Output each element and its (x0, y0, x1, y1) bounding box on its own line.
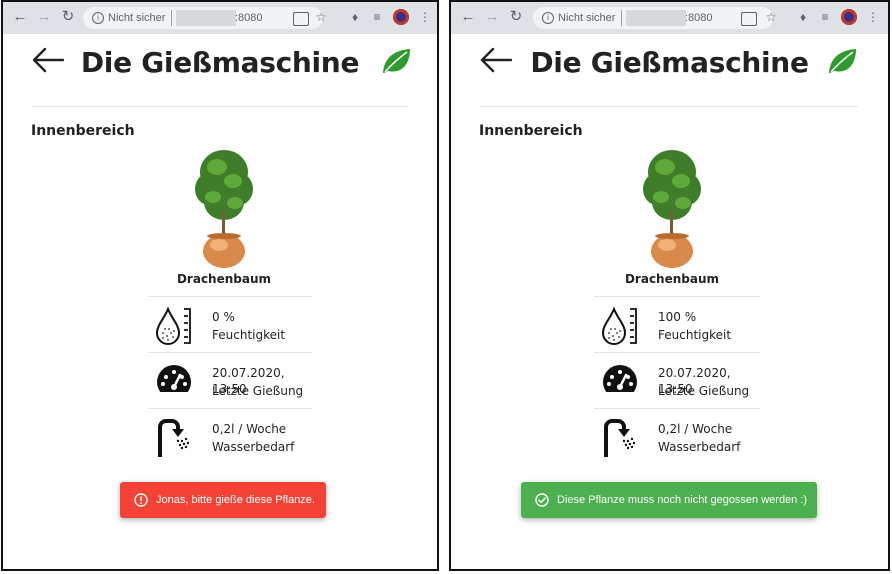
humidity-row: 100 % Feuchtigkeit (594, 296, 760, 353)
info-icon[interactable]: i (542, 12, 554, 24)
water-need-row: 0,2l / Woche Wasserbedarf (594, 408, 760, 465)
toast-message: Jonas, bitte gieße diese Pflanze. (156, 494, 315, 506)
gauge-icon (157, 365, 191, 400)
browser-menu-icon[interactable]: ⋮ (865, 9, 881, 25)
humidity-row: 0 % Feuchtigkeit (148, 296, 312, 353)
browser-forward-icon[interactable]: → (483, 8, 501, 26)
shower-icon (158, 419, 190, 457)
browser-window-right: ← → ↻ i Nicht sicher :8080 ☆ ♦ ≡ ⋮ Die G… (449, 0, 890, 571)
water-need-row: 0,2l / Woche Wasserbedarf (148, 408, 312, 465)
browser-back-icon[interactable]: ← (459, 8, 477, 26)
browser-menu-icon[interactable]: ⋮ (417, 9, 433, 25)
section-heading: Innenbereich (479, 123, 583, 139)
url-separator (621, 10, 622, 26)
extensions-puzzle-icon[interactable]: ♦ (795, 9, 811, 25)
humidity-value: 100 % (658, 310, 697, 324)
address-bar[interactable]: i Nicht sicher :8080 (83, 7, 323, 29)
header-divider (479, 106, 858, 107)
browser-forward-icon[interactable]: → (35, 8, 53, 26)
profile-avatar[interactable] (393, 9, 409, 25)
plant-image (195, 150, 253, 268)
last-watering-label: Letzte Gießung (212, 384, 304, 398)
browser-window-left: ← → ↻ i Nicht sicher :8080 ☆ ♦ ≡ ⋮ Die G… (1, 0, 439, 571)
app-title: Die Gießmaschine (80, 46, 360, 79)
browser-back-icon[interactable]: ← (11, 8, 29, 26)
water-need-label: Wasserbedarf (658, 440, 741, 454)
extensions-puzzle-icon[interactable]: ♦ (347, 9, 363, 25)
water-need-value: 0,2l / Woche (658, 422, 733, 436)
plant-image (643, 150, 701, 268)
info-icon[interactable]: i (92, 12, 104, 24)
last-watering-row: 20.07.2020, 13:50 Letzte Gießung (148, 352, 312, 409)
translate-icon[interactable] (293, 12, 309, 26)
humidity-label: Feuchtigkeit (658, 328, 732, 342)
bookmark-star-icon[interactable]: ☆ (313, 9, 329, 25)
exclamation-circle-icon (134, 493, 148, 507)
gauge-icon (603, 365, 637, 400)
url-port: :8080 (685, 12, 713, 24)
reading-list-icon[interactable]: ≡ (817, 9, 833, 25)
url-host-redacted (626, 10, 686, 26)
translate-icon[interactable] (741, 12, 757, 26)
leaf-icon (829, 49, 856, 73)
url-port: :8080 (235, 12, 263, 24)
app-title: Die Gießmaschine (530, 46, 809, 79)
app-page: Die Gießmaschine Innenbereich Drachenbau… (451, 34, 888, 569)
browser-reload-icon[interactable]: ↻ (59, 8, 77, 26)
bookmark-star-icon[interactable]: ☆ (763, 9, 779, 25)
security-label: Nicht sicher (558, 12, 616, 24)
humidity-label: Feuchtigkeit (212, 328, 286, 342)
shower-icon (604, 419, 636, 457)
water-drop-ruler-icon (601, 307, 637, 345)
water-need-label: Wasserbedarf (212, 440, 295, 454)
plant-name: Drachenbaum (176, 272, 272, 286)
last-watering-row: 20.07.2020, 13:50 Letzte Gießung (594, 352, 760, 409)
reading-list-icon[interactable]: ≡ (369, 9, 385, 25)
security-label: Nicht sicher (108, 12, 166, 24)
leaf-icon (383, 49, 410, 73)
section-heading: Innenbereich (31, 123, 135, 139)
plant-name: Drachenbaum (624, 272, 720, 286)
water-need-value: 0,2l / Woche (212, 422, 287, 436)
url-separator (171, 10, 172, 26)
url-host-redacted (176, 10, 236, 26)
success-toast[interactable]: Diese Pflanze muss noch nicht gegossen w… (521, 482, 817, 518)
browser-toolbar: ← → ↻ i Nicht sicher :8080 ☆ ♦ ≡ ⋮ (451, 2, 888, 34)
browser-toolbar: ← → ↻ i Nicht sicher :8080 ☆ ♦ ≡ ⋮ (3, 2, 437, 34)
profile-avatar[interactable] (841, 9, 857, 25)
error-toast[interactable]: Jonas, bitte gieße diese Pflanze. (120, 482, 326, 518)
humidity-value: 0 % (212, 310, 235, 324)
browser-reload-icon[interactable]: ↻ (507, 8, 525, 26)
address-bar[interactable]: i Nicht sicher :8080 (533, 7, 773, 29)
header-divider (31, 106, 409, 107)
last-watering-label: Letzte Gießung (658, 384, 750, 398)
water-drop-ruler-icon (155, 307, 191, 345)
toast-message: Diese Pflanze muss noch nicht gegossen w… (557, 494, 808, 506)
check-circle-icon (535, 493, 549, 507)
app-page: Die Gießmaschine Innenbereich Drachenbau… (3, 34, 437, 569)
